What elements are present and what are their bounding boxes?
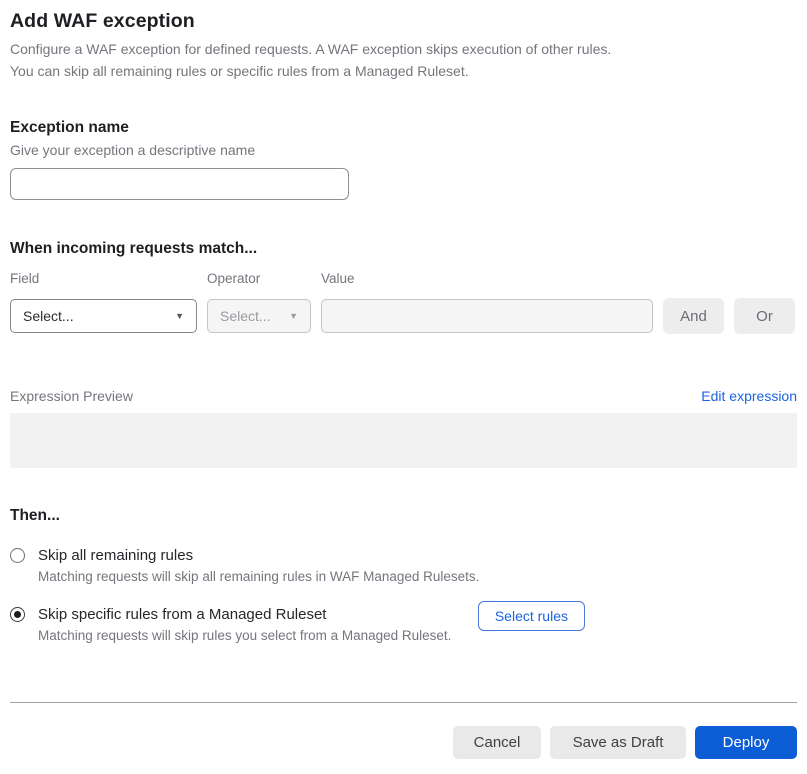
radio-skip-all-remaining-rules[interactable] [10,548,25,563]
save-as-draft-button[interactable]: Save as Draft [550,726,686,759]
field-select[interactable]: Select... ▼ [10,299,197,333]
page-description-line2: You can skip all remaining rules or spec… [10,62,469,79]
expression-preview-section: Expression Preview Edit expression [10,387,797,468]
value-label: Value [321,271,355,286]
match-condition-row: Select... ▼ Select... ▼ And Or [10,298,797,334]
option-texts: Skip all remaining rules Matching reques… [38,546,479,585]
option-label[interactable]: Skip specific rules from a Managed Rules… [38,605,451,624]
exception-name-hint: Give your exception a descriptive name [10,142,256,158]
chevron-down-icon: ▼ [289,310,298,321]
option-description: Matching requests will skip all remainin… [38,569,480,584]
option-description: Matching requests will skip rules you se… [38,628,452,643]
exception-name-input[interactable] [10,168,349,200]
value-input[interactable] [321,299,653,333]
edit-expression-link[interactable]: Edit expression [701,387,797,405]
match-section: When incoming requests match... Field Op… [10,239,797,334]
deploy-button[interactable]: Deploy [695,726,797,759]
add-waf-exception-form: Add WAF exception Configure a WAF except… [0,9,807,759]
option-label[interactable]: Skip all remaining rules [38,546,479,565]
field-select-value: Select... [23,308,74,324]
then-heading: Then... [10,507,60,524]
footer-divider [10,702,797,703]
expression-preview-label: Expression Preview [10,388,133,404]
and-button[interactable]: And [663,298,724,334]
page-description: Configure a WAF exception for defined re… [10,39,797,82]
or-button[interactable]: Or [734,298,795,334]
page-description-line1: Configure a WAF exception for defined re… [10,41,612,57]
then-section: Then... Skip all remaining rules Matchin… [10,506,797,644]
match-heading: When incoming requests match... [10,240,258,257]
expression-preview-header: Expression Preview Edit expression [10,387,797,405]
match-column-labels: Field Operator Value [10,270,797,287]
chevron-down-icon: ▼ [175,310,184,321]
operator-select[interactable]: Select... ▼ [207,299,311,333]
select-rules-button[interactable]: Select rules [477,601,585,631]
page-title: Add WAF exception [10,10,195,32]
cancel-button[interactable]: Cancel [453,726,541,759]
option-skip-specific-rules: Skip specific rules from a Managed Rules… [10,601,797,644]
exception-name-heading: Exception name [10,119,129,136]
field-label: Field [10,271,40,286]
expression-preview-box [10,413,797,468]
operator-label: Operator [207,271,261,286]
option-texts: Skip specific rules from a Managed Rules… [38,605,451,644]
operator-select-value: Select... [220,308,271,324]
footer-actions: Cancel Save as Draft Deploy [10,726,797,759]
radio-skip-specific-rules[interactable] [10,607,25,622]
exception-name-section: Exception name Give your exception a des… [10,118,797,200]
option-skip-all-remaining-rules: Skip all remaining rules Matching reques… [10,546,797,585]
